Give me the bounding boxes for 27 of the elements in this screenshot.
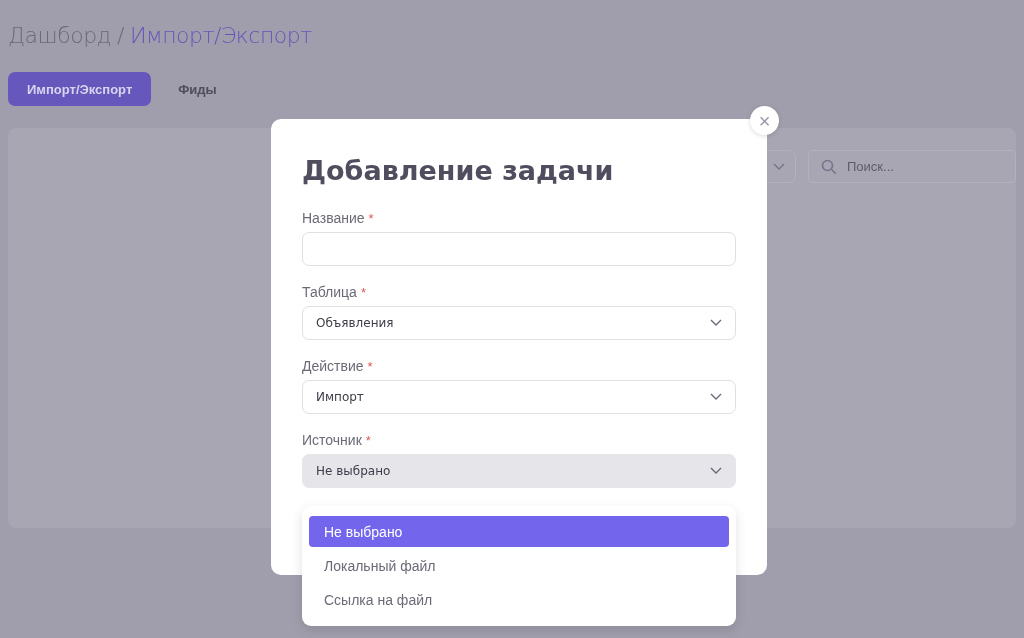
required-mark: * (365, 433, 371, 448)
select-field[interactable]: Импорт (302, 380, 736, 414)
chevron-icon (710, 319, 722, 327)
field-label: Источник (302, 432, 362, 448)
breadcrumb-current: Импорт/Экспорт (129, 22, 312, 48)
breadcrumb-separator: / (117, 22, 124, 48)
search-field[interactable]: Поиск... (808, 150, 1016, 183)
dropdown-option[interactable]: Не выбрано (309, 516, 729, 547)
field-label: Название (302, 210, 365, 226)
dropdown-option[interactable]: Локальный файл (309, 550, 729, 581)
tab[interactable]: Фиды (159, 72, 236, 106)
search-icon (821, 159, 837, 175)
select-field[interactable]: Объявления (302, 306, 736, 340)
chevron-icon (773, 162, 785, 171)
modal-title: Добавление задачи (302, 155, 615, 186)
tab[interactable]: Импорт/Экспорт (8, 72, 152, 106)
chevron-icon (710, 393, 722, 401)
select-field[interactable]: Не выбрано (302, 454, 736, 488)
required-mark: * (360, 285, 366, 300)
input-field[interactable] (302, 232, 736, 266)
field-label: Таблица (302, 284, 357, 300)
field-label: Действие (302, 358, 364, 374)
close-button[interactable]: × (750, 106, 779, 135)
chevron-icon (710, 467, 722, 475)
required-mark: * (367, 359, 373, 374)
dropdown-option[interactable]: Ссылка на файл (309, 584, 729, 615)
required-mark: * (368, 211, 374, 226)
